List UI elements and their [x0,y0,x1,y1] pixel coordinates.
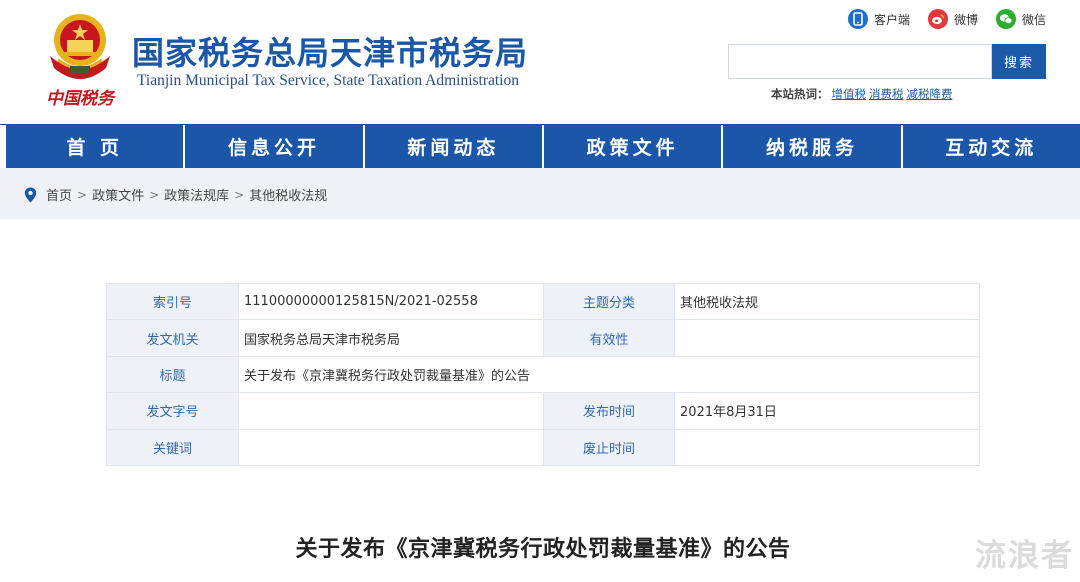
validity-label: 有效性 [543,319,675,357]
article-title: 关于发布《京津冀税务行政处罚裁量基准》的公告 [295,537,791,562]
nav-item-policy[interactable]: 政策文件 [544,125,724,168]
table-row: 标题 关于发布《京津冀税务行政处罚裁量基准》的公告 [106,355,980,394]
search-input[interactable] [728,44,992,79]
tax-emblem-icon [50,14,110,79]
document-meta-table: 索引号 11100000000125815N/2021-02558 主题分类 其… [106,282,980,466]
watermark: 流浪者 [975,538,1074,574]
table-row: 发文字号 发布时间 2021年8月31日 [106,392,980,430]
client-link[interactable]: 客户端 [847,9,910,29]
breadcrumb-separator: > [77,187,88,202]
keyword-label: 关键词 [106,428,239,466]
breadcrumb-policy[interactable]: 政策文件 [92,185,144,204]
breadcrumb-home[interactable]: 首页 [46,185,72,204]
breadcrumb-other-tax-law[interactable]: 其他税收法规 [249,185,327,204]
top-links: 客户端 微博 微信 [847,8,1046,30]
location-pin-icon [24,187,37,202]
hot-word-link[interactable]: 增值税 [832,86,867,102]
table-row: 发文机关 国家税务总局天津市税务局 有效性 [106,319,980,357]
breadcrumb-separator: > [234,187,245,202]
breadcrumb: 首页 > 政策文件 > 政策法规库 > 其他税收法规 [24,185,327,204]
nav-item-home[interactable]: 首 页 [0,125,186,168]
hot-words-label: 本站热词： [771,87,829,101]
hot-word-link[interactable]: 减税降费 [907,86,953,102]
issuer-value: 国家税务总局天津市税务局 [238,319,544,357]
weibo-link[interactable]: 微博 [927,9,978,29]
abolish-date-value [674,428,980,466]
title-label: 标题 [106,355,239,394]
nav-item-info-disclosure[interactable]: 信息公开 [185,125,365,168]
weibo-link-label: 微博 [953,12,978,27]
index-label: 索引号 [106,282,239,321]
nav-item-tax-service[interactable]: 纳税服务 [723,125,903,168]
mobile-client-icon [847,9,868,29]
site-title[interactable]: 国家税务总局天津市税务局 [132,28,528,74]
breadcrumb-bar: 首页 > 政策文件 > 政策法规库 > 其他税收法规 [0,168,1080,219]
wechat-icon [995,9,1016,29]
site-subtitle: Tianjin Municipal Tax Service, State Tax… [137,72,519,89]
validity-value [674,319,980,357]
wechat-link-label: 微信 [1021,12,1046,27]
wechat-link[interactable]: 微信 [995,9,1046,29]
weibo-icon [927,9,948,29]
breadcrumb-separator: > [149,187,160,202]
breadcrumb-law-library[interactable]: 政策法规库 [164,185,229,204]
nav-item-news[interactable]: 新闻动态 [365,125,544,168]
docno-value [238,392,544,430]
abolish-date-label: 废止时间 [543,428,675,466]
table-row: 索引号 11100000000125815N/2021-02558 主题分类 其… [106,282,980,321]
table-row: 关键词 废止时间 [106,428,980,466]
docno-label: 发文字号 [106,392,239,430]
publish-date-label: 发布时间 [543,392,675,430]
hot-words: 本站热词： 增值税 消费税 减税降费 [771,86,953,102]
topic-value: 其他税收法规 [674,282,980,321]
main-nav: 首 页 信息公开 新闻动态 政策文件 纳税服务 互动交流 [0,124,1080,168]
nav-item-interaction[interactable]: 互动交流 [903,125,1080,168]
hot-word-link[interactable]: 消费税 [869,86,904,102]
site-header: 中国税务 国家税务总局天津市税务局 Tianjin Municipal Tax … [0,0,1080,124]
publish-date-value: 2021年8月31日 [674,392,980,430]
emblem-caption: 中国税务 [46,89,114,109]
issuer-label: 发文机关 [106,319,239,357]
index-value: 11100000000125815N/2021-02558 [238,282,544,321]
keyword-value [238,428,544,466]
client-link-label: 客户端 [873,12,910,27]
title-value: 关于发布《京津冀税务行政处罚裁量基准》的公告 [238,355,980,394]
topic-label: 主题分类 [543,282,675,321]
search-button[interactable]: 搜索 [992,44,1046,79]
